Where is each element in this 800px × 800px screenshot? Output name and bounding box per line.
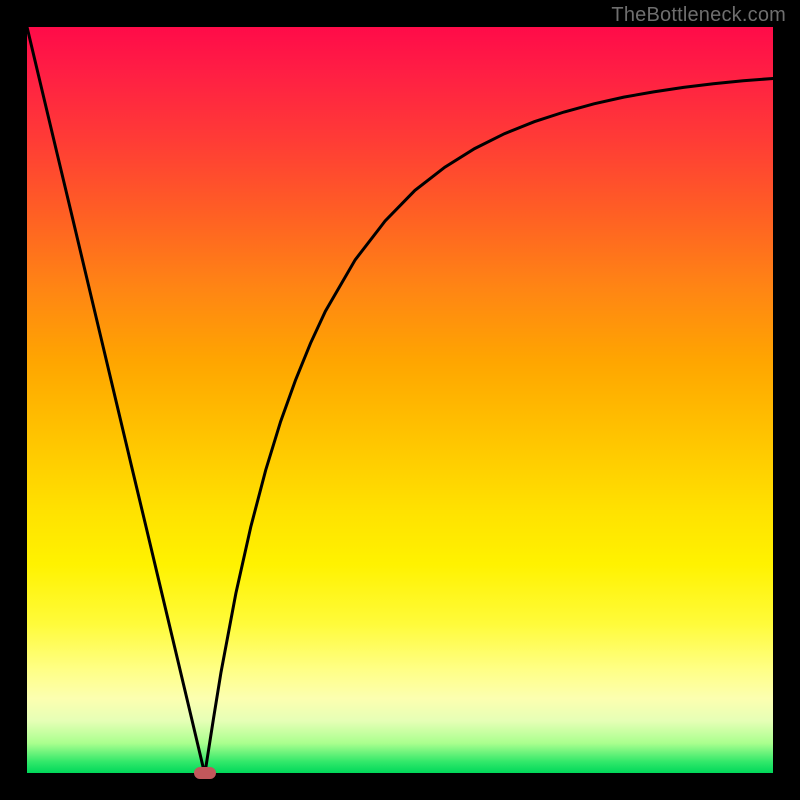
optimum-marker (194, 767, 216, 779)
watermark-text: TheBottleneck.com (611, 4, 786, 27)
bottleneck-curve (27, 27, 773, 773)
chart-frame: TheBottleneck.com (0, 0, 800, 800)
plot-area (27, 27, 773, 773)
